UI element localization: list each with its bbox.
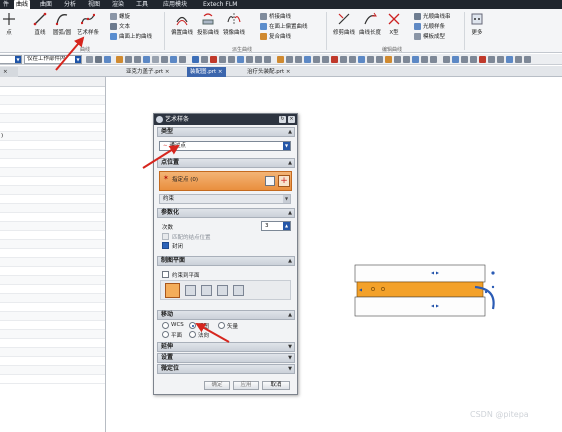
annotation-arrow-icon <box>195 323 230 343</box>
watermark: CSDN @pitepa <box>470 410 529 419</box>
annotation-arrow-icon <box>142 144 180 169</box>
annotation-overlay <box>55 36 230 343</box>
annotation-arrow-icon <box>55 36 85 71</box>
